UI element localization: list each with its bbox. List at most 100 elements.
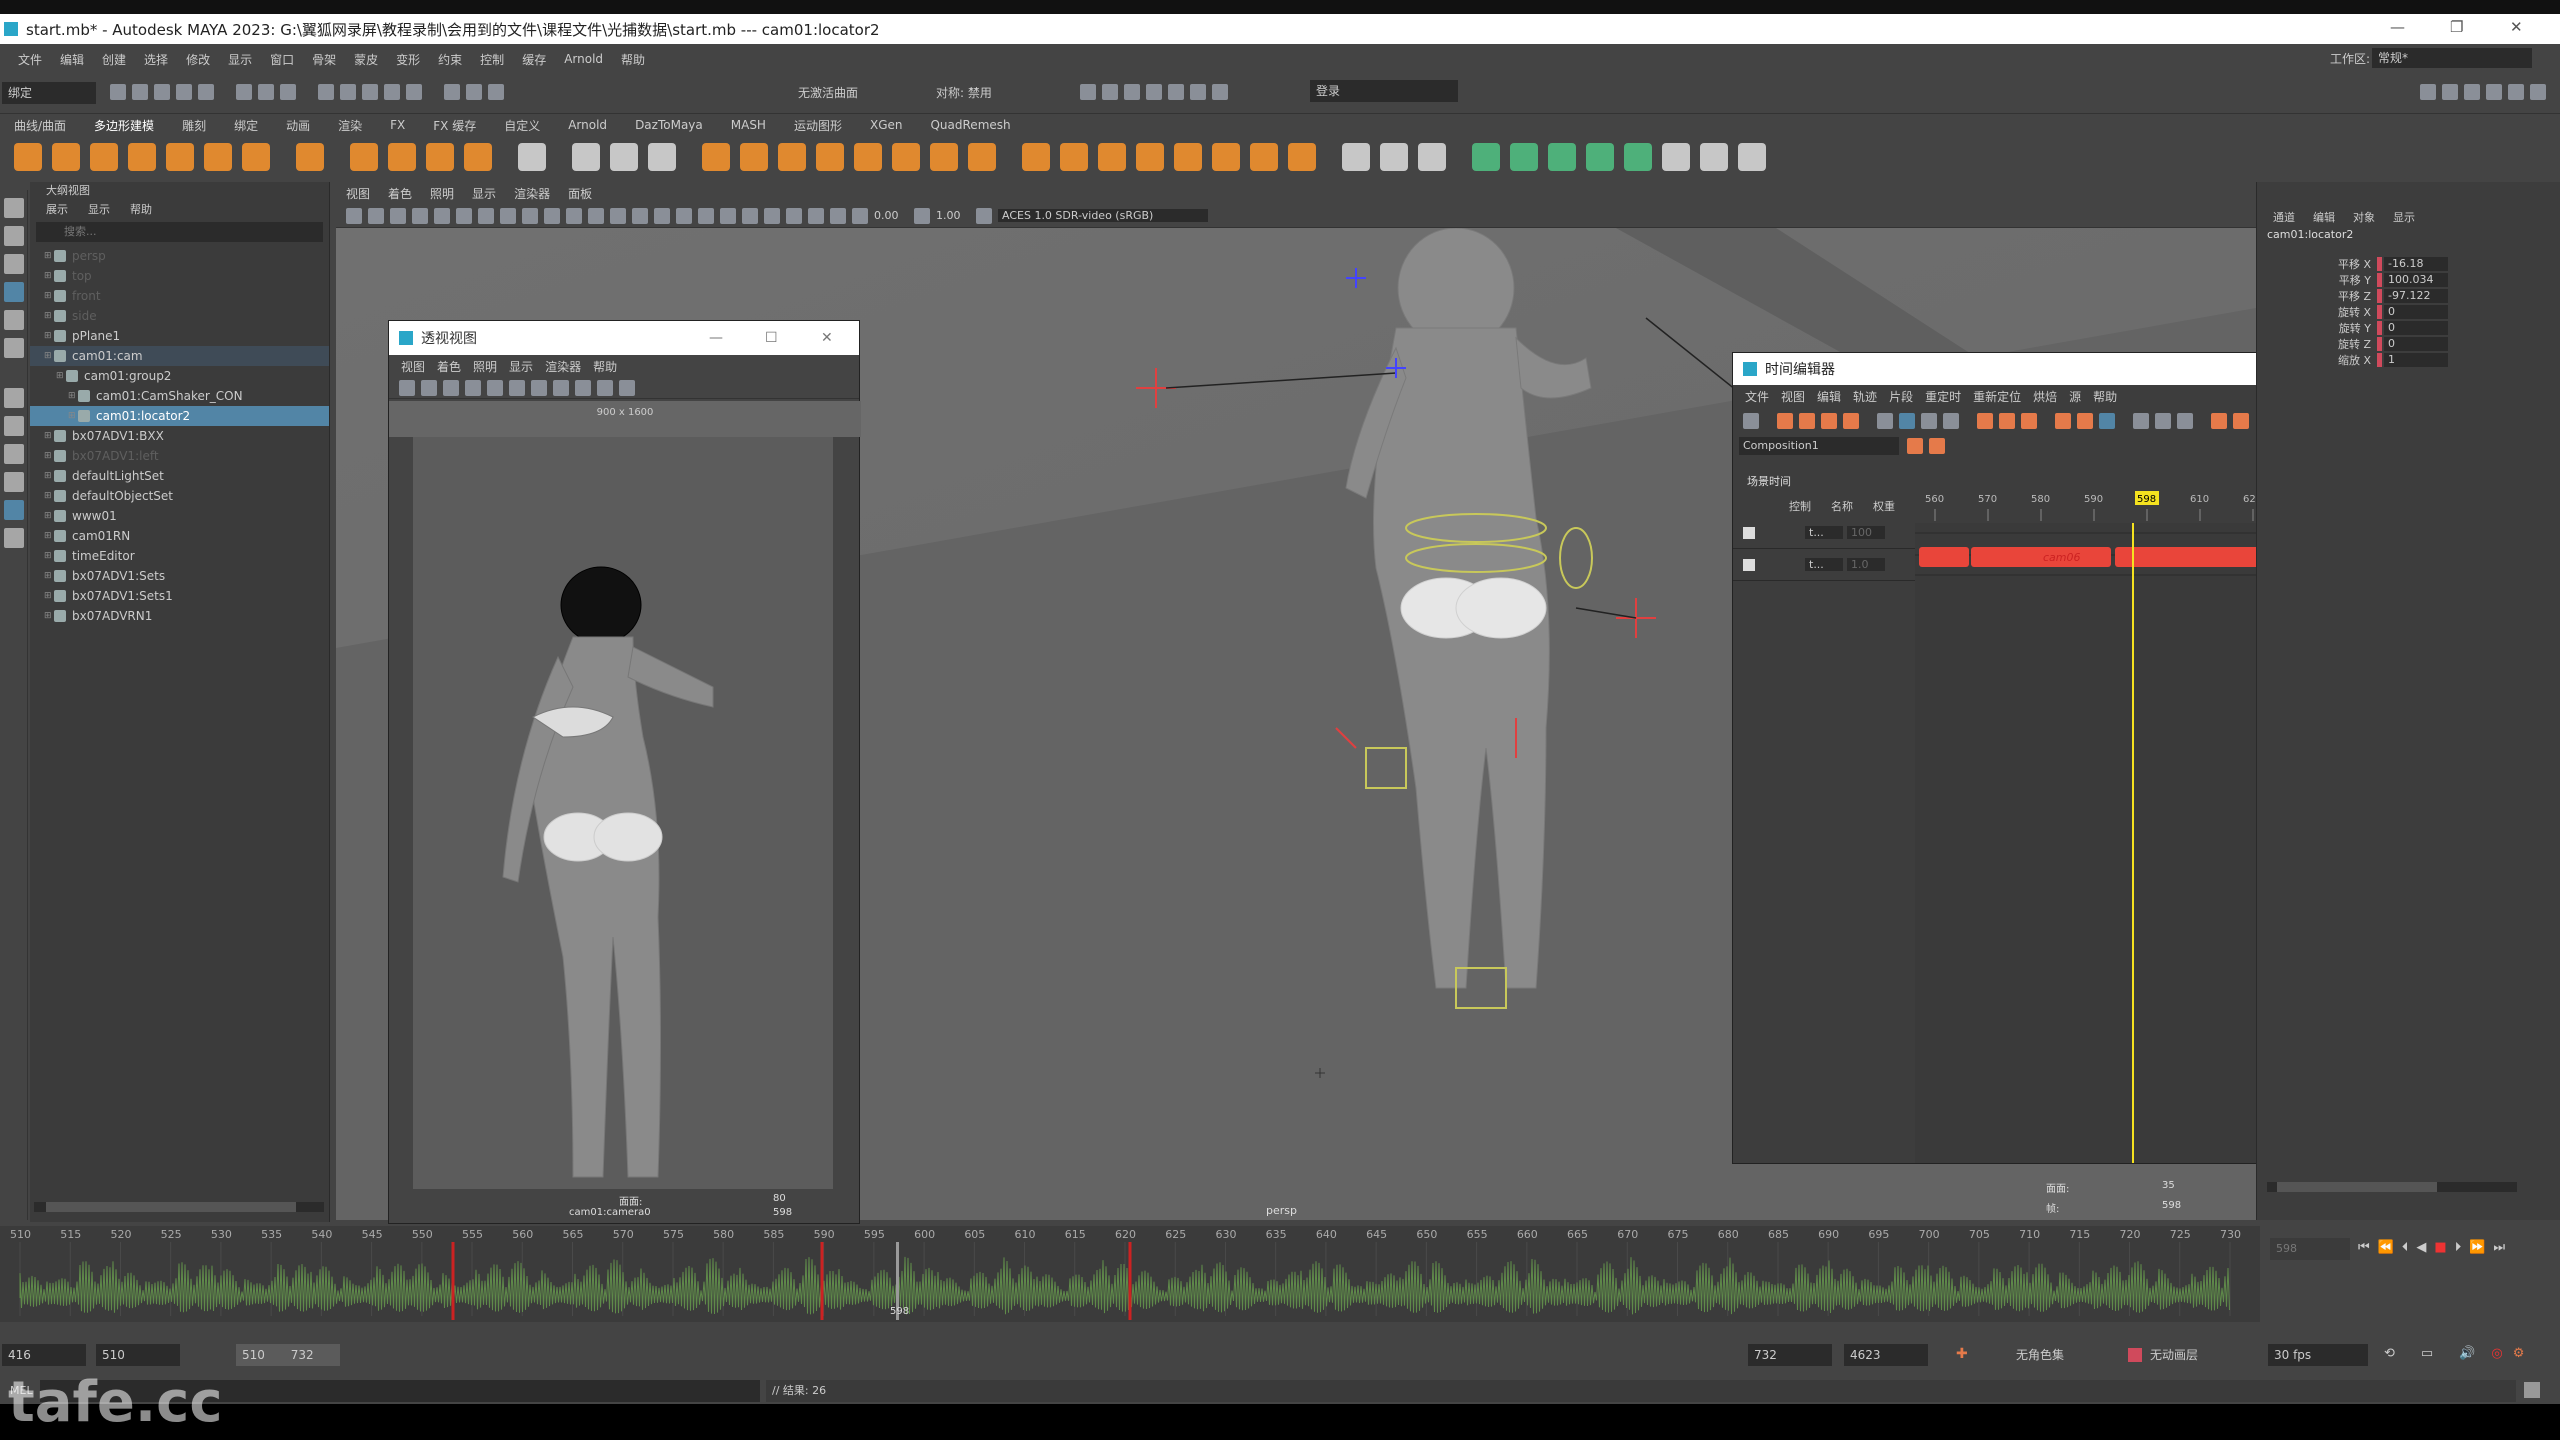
viewport-menu-1[interactable]: 着色 xyxy=(388,185,412,202)
sculpt-icon[interactable] xyxy=(1342,143,1370,171)
multi-cut-icon[interactable] xyxy=(1212,143,1240,171)
insert-edge-loop-icon[interactable] xyxy=(1174,143,1202,171)
channel-value[interactable]: 100.034 xyxy=(2384,273,2448,287)
prefs-icon[interactable]: ⚙ xyxy=(2513,1346,2525,1361)
layout-single-icon[interactable] xyxy=(2420,84,2436,100)
menu-11[interactable]: 控制 xyxy=(480,51,504,68)
menu-5[interactable]: 显示 xyxy=(228,51,252,68)
persp-xray-icon[interactable] xyxy=(597,379,613,396)
channel-row[interactable]: 缩放 X 1 xyxy=(2257,352,2560,368)
expand-icon[interactable]: ⊞ xyxy=(44,606,54,626)
outliner-menu-2[interactable]: 帮助 xyxy=(130,201,152,217)
outliner-item[interactable]: ⊞ cam01:cam xyxy=(30,346,329,366)
expand-icon[interactable]: ⊞ xyxy=(44,586,54,606)
loop-icon[interactable]: ⟲ xyxy=(2384,1346,2395,1361)
poly-plane-icon[interactable] xyxy=(204,143,232,171)
uv-auto-icon[interactable] xyxy=(1510,143,1538,171)
isolate-select-icon[interactable] xyxy=(786,207,802,224)
output-icon[interactable] xyxy=(488,84,504,100)
combine-icon[interactable] xyxy=(702,143,730,171)
lasso-tool-icon[interactable] xyxy=(4,226,24,246)
shelf-tab-1[interactable]: 多边形建模 xyxy=(94,117,154,134)
persp-camera-icon[interactable] xyxy=(399,379,415,396)
login-dropdown[interactable]: 登录 xyxy=(1310,80,1458,102)
select-tool-icon[interactable] xyxy=(4,198,24,218)
te-menu-5[interactable]: 重定时 xyxy=(1925,388,1961,405)
range-slider[interactable]: 510 732 xyxy=(236,1344,340,1366)
lights-icon[interactable] xyxy=(676,207,692,224)
end-time-field[interactable]: 4623 xyxy=(1844,1344,1928,1366)
cache-icon[interactable]: ▭ xyxy=(2421,1346,2433,1361)
te-new-composition-icon[interactable] xyxy=(1907,438,1923,454)
te-duplicate-composition-icon[interactable] xyxy=(1929,438,1945,454)
channel-menu-0[interactable]: 通道 xyxy=(2273,209,2295,225)
shelf-tab-8[interactable]: 自定义 xyxy=(504,117,540,134)
outliner-item[interactable]: ⊞ bx07ADVRN1 xyxy=(30,606,329,626)
image-plane-icon[interactable] xyxy=(412,207,428,224)
outliner-menu-0[interactable]: 展示 xyxy=(46,201,68,217)
color-management-icon[interactable] xyxy=(976,207,992,224)
persp-close-icon[interactable]: ✕ xyxy=(821,330,833,346)
te-add-clip-icon[interactable] xyxy=(1777,413,1793,429)
expand-icon[interactable]: ⊞ xyxy=(44,266,54,286)
te-menu-8[interactable]: 源 xyxy=(2069,388,2081,405)
shelf-tab-6[interactable]: FX xyxy=(390,118,405,132)
wireframe-on-shaded-icon[interactable] xyxy=(632,207,648,224)
auto-key-icon[interactable]: ✚ xyxy=(1956,1346,1968,1362)
outliner-item[interactable]: ⊞ cam01:locator2 xyxy=(30,406,329,426)
uv-sew-icon[interactable] xyxy=(1738,143,1766,171)
expand-icon[interactable]: ⊞ xyxy=(44,306,54,326)
gate-mask-icon[interactable] xyxy=(500,207,516,224)
exposure-field[interactable]: 0.00 xyxy=(874,209,914,222)
te-bake-icon[interactable] xyxy=(1843,413,1859,429)
resolution-gate-icon[interactable] xyxy=(478,207,494,224)
channel-value[interactable]: -97.122 xyxy=(2384,289,2448,303)
timeline-svg[interactable]: 510 515 520 525 530 535 540 545 550 555 560 565 570 5… xyxy=(0,1226,2260,1322)
shelf-tab-4[interactable]: 动画 xyxy=(286,117,310,134)
shelf-tab-3[interactable]: 绑定 xyxy=(234,117,258,134)
te-menu-6[interactable]: 重新定位 xyxy=(1973,388,2021,405)
text-icon[interactable] xyxy=(426,143,454,171)
viewport-menu-0[interactable]: 视图 xyxy=(346,185,370,202)
outliner-item[interactable]: ⊞ persp xyxy=(30,246,329,266)
channel-menu-1[interactable]: 编辑 xyxy=(2313,209,2335,225)
persp-isolate-icon[interactable] xyxy=(619,379,635,396)
te-blend-icon[interactable] xyxy=(2021,413,2037,429)
reduce-icon[interactable] xyxy=(892,143,920,171)
persp-gate-icon[interactable] xyxy=(465,379,481,396)
te-loop-icon[interactable] xyxy=(1977,413,1993,429)
te-create-audio-icon[interactable] xyxy=(1799,413,1815,429)
channel-row[interactable]: 旋转 Z 0 xyxy=(2257,336,2560,352)
te-group-icon[interactable] xyxy=(2077,413,2093,429)
bridge-icon[interactable] xyxy=(648,143,676,171)
xray-joints-icon[interactable] xyxy=(830,207,846,224)
svg-icon[interactable] xyxy=(464,143,492,171)
te-add-track-icon[interactable] xyxy=(1821,413,1837,429)
expand-icon[interactable]: ⊞ xyxy=(44,326,54,346)
te-menu-7[interactable]: 烘焙 xyxy=(2033,388,2057,405)
textured-icon[interactable] xyxy=(654,207,670,224)
uv-spherical-icon[interactable] xyxy=(1586,143,1614,171)
outliner-search-input[interactable]: 搜索... xyxy=(36,222,323,242)
retopo-icon[interactable] xyxy=(968,143,996,171)
boolean-icon[interactable] xyxy=(816,143,844,171)
expand-icon[interactable]: ⊞ xyxy=(44,506,54,526)
te-ghost-icon[interactable] xyxy=(2133,413,2149,429)
platonic-icon[interactable] xyxy=(296,143,324,171)
te-snap-icon[interactable] xyxy=(2099,413,2115,429)
te-split-icon[interactable] xyxy=(1943,413,1959,429)
step-back-frame-icon[interactable]: ⏴ xyxy=(2402,1240,2409,1255)
te-menu-0[interactable]: 文件 xyxy=(1745,388,1769,405)
channel-box-object[interactable]: cam01:locator2 xyxy=(2257,228,2560,246)
outliner-item[interactable]: ⊞ cam01:CamShaker_CON xyxy=(30,386,329,406)
te-key-all-icon[interactable] xyxy=(2233,413,2249,429)
te-keyframe-icon[interactable] xyxy=(2211,413,2227,429)
open-scene-icon[interactable] xyxy=(132,84,148,100)
menu-8[interactable]: 蒙皮 xyxy=(354,51,378,68)
depth-of-field-icon[interactable] xyxy=(764,207,780,224)
te-menu-3[interactable]: 轨迹 xyxy=(1853,388,1877,405)
te-motion-trail-icon[interactable] xyxy=(2177,413,2193,429)
menu-12[interactable]: 缓存 xyxy=(522,51,546,68)
select-hierarchy-icon[interactable] xyxy=(236,84,252,100)
snap-plane-icon[interactable] xyxy=(384,84,400,100)
